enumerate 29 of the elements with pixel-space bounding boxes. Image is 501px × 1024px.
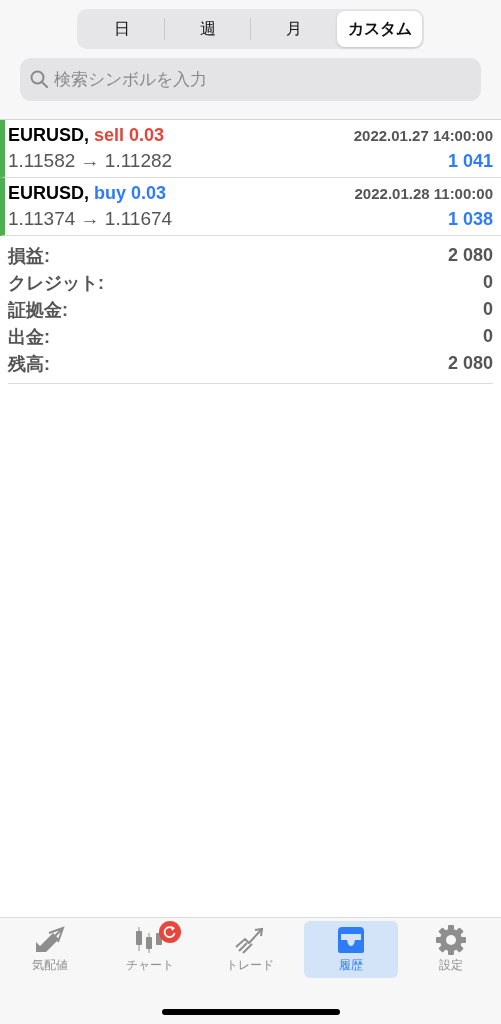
trade-symbol: EURUSD, <box>8 183 89 204</box>
trade-profit: 1 041 <box>447 151 493 172</box>
summary-label: 証拠金: <box>8 298 68 322</box>
summary-value: 0 <box>483 299 493 320</box>
trade-symbol: EURUSD, <box>8 125 89 146</box>
period-tab[interactable]: 週 <box>165 11 250 47</box>
trade-prices: 1.11582 → 1.11282 <box>8 150 173 172</box>
period-tab[interactable]: 日 <box>79 11 164 47</box>
trade-time: 2022.01.27 14:00:00 <box>353 127 493 144</box>
trade-side: sell 0.03 <box>94 125 165 146</box>
search-field[interactable]: 検索シンボルを入力 <box>20 58 481 101</box>
summary-value: 0 <box>483 326 493 347</box>
summary-value: 0 <box>483 272 493 293</box>
trade-profit: 1 038 <box>447 209 493 230</box>
trade-time: 2022.01.28 11:00:00 <box>354 185 493 202</box>
period-tab[interactable]: 月 <box>251 11 336 47</box>
period-tab[interactable]: カスタム <box>337 11 422 47</box>
trade-prices: 1.11374 → 1.11674 <box>8 208 173 230</box>
trade-side: buy 0.03 <box>94 183 167 204</box>
summary-label: 損益: <box>8 244 50 268</box>
settings-icon <box>433 925 468 955</box>
summary-value: 2 080 <box>447 353 493 374</box>
trade-row[interactable]: EURUSD, sell 0.03 2022.01.27 14:00:00 1.11582 → 1.11282 1 041 <box>0 120 501 178</box>
trade-row[interactable]: EURUSD, buy 0.03 2022.01.28 11:00:00 1.11374 → 1.11674 1 038 <box>0 178 501 236</box>
summary-label: 出金: <box>8 325 50 349</box>
summary-value: 2 080 <box>447 245 493 266</box>
summary-label: クレジット: <box>8 271 104 295</box>
arrows-icon <box>33 925 68 955</box>
summary-label: 残高: <box>8 352 50 376</box>
